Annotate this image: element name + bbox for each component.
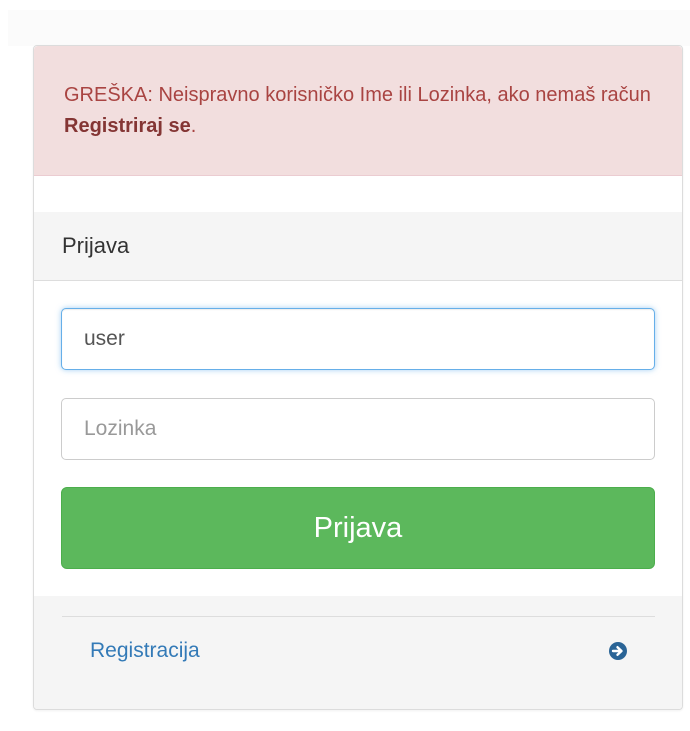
arrow-circle-right-icon[interactable] (608, 641, 628, 661)
error-message-text: GREŠKA: Neispravno korisničko Ime ili Lo… (64, 84, 651, 106)
login-button[interactable]: Prijava (61, 487, 655, 569)
register-inline-link[interactable]: Registriraj se (64, 115, 191, 137)
password-input[interactable] (61, 398, 655, 460)
footer-divider (62, 616, 655, 617)
panel-footer: Registracija (34, 596, 682, 709)
login-form: Prijava (34, 281, 682, 596)
error-message-end: . (190, 115, 197, 137)
username-input[interactable] (61, 308, 655, 370)
spacer (34, 176, 682, 212)
panel-heading: Prijava (34, 212, 682, 281)
error-alert: GREŠKA: Neispravno korisničko Ime ili Lo… (34, 46, 682, 176)
login-panel: GREŠKA: Neispravno korisničko Ime ili Lo… (33, 45, 683, 710)
panel-title: Prijava (62, 233, 130, 258)
register-link[interactable]: Registracija (90, 636, 200, 666)
top-strip (8, 10, 690, 46)
